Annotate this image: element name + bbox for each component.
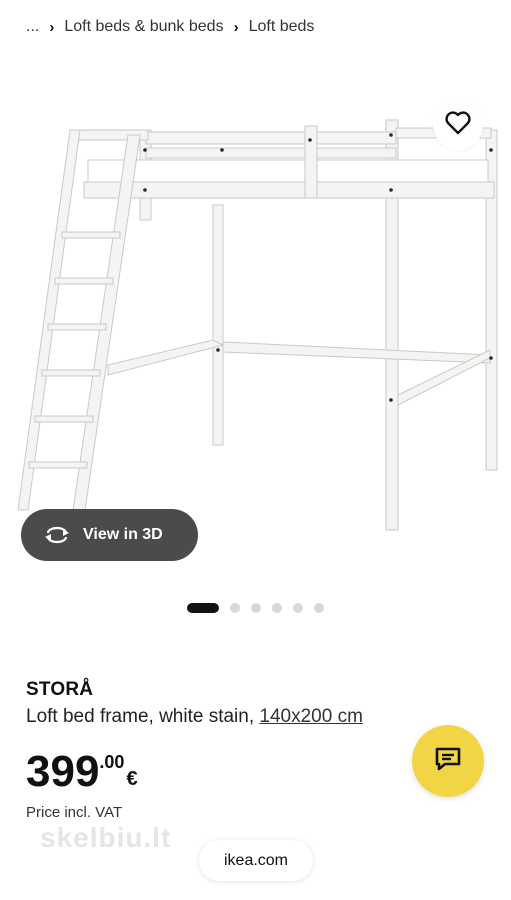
price-currency: €: [126, 768, 138, 790]
carousel-dot-active[interactable]: [187, 603, 219, 613]
view-in-3d-button[interactable]: View in 3D: [21, 509, 198, 561]
price-integer: 399: [26, 747, 100, 796]
chat-icon: [434, 746, 462, 777]
carousel-indicator: [187, 603, 335, 613]
product-description-text: Loft bed frame, white stain,: [26, 706, 255, 727]
carousel-dot[interactable]: [230, 603, 240, 613]
product-size-link[interactable]: 140x200 cm: [259, 706, 363, 727]
product-description: Loft bed frame, white stain, 140x200 cm: [26, 706, 363, 728]
product-name: STORÅ: [26, 679, 94, 700]
breadcrumb-loft-beds[interactable]: Loft beds: [249, 18, 315, 36]
carousel-dot[interactable]: [293, 603, 303, 613]
price-decimal: .00: [99, 752, 125, 772]
carousel-dot[interactable]: [251, 603, 261, 613]
watermark: skelbiu.lt: [40, 822, 172, 853]
rotate-3d-icon: [43, 525, 71, 545]
view-in-3d-label: View in 3D: [83, 526, 163, 543]
chevron-right-icon: ›: [49, 18, 55, 36]
chat-button[interactable]: [412, 725, 484, 797]
chevron-right-icon: ›: [233, 18, 239, 36]
product-price: 399 .00 €: [26, 748, 138, 796]
breadcrumb: ... › Loft beds & bunk beds › Loft beds: [26, 18, 314, 36]
breadcrumb-ellipsis[interactable]: ...: [26, 18, 39, 36]
heart-icon: [445, 110, 471, 140]
breadcrumb-loft-bunk-beds[interactable]: Loft beds & bunk beds: [64, 18, 223, 36]
carousel-dot[interactable]: [314, 603, 324, 613]
carousel-dot[interactable]: [272, 603, 282, 613]
site-url-pill[interactable]: ikea.com: [199, 840, 313, 881]
favorite-button[interactable]: [433, 100, 483, 150]
vat-note: Price incl. VAT: [26, 804, 123, 821]
